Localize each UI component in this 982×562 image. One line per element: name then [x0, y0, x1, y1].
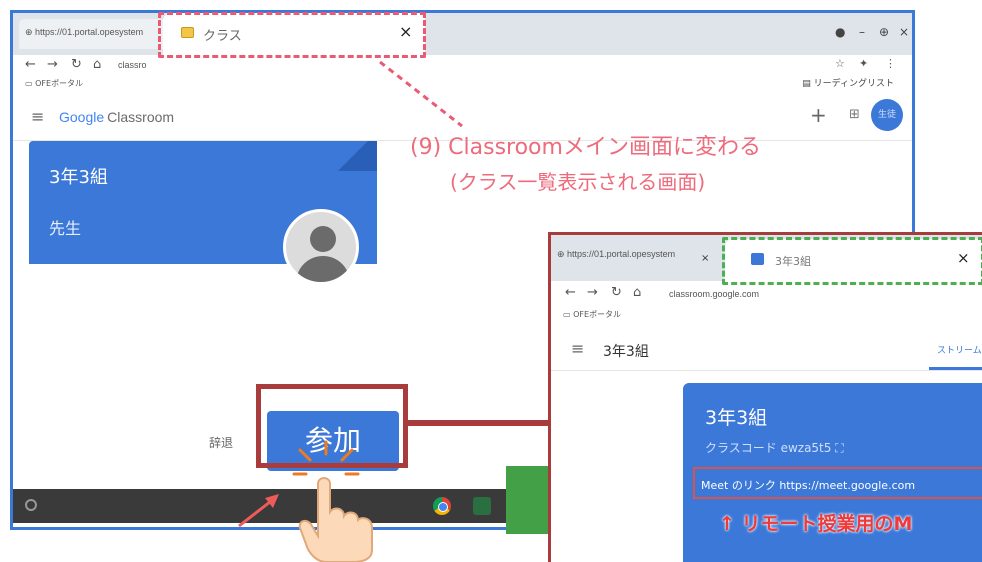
red-pointer-arrow-icon	[238, 494, 279, 528]
tab-portal-2-close[interactable]: ×	[701, 253, 709, 264]
files-app-icon[interactable]	[473, 497, 491, 515]
banner-title: 3年3組	[705, 407, 768, 429]
tab-portal-2[interactable]: ⊕ https://01.portal.opesystem	[557, 249, 715, 271]
meet-link[interactable]: Meet のリンク https://meet.google.com	[693, 467, 982, 499]
tab-highlight-box-2	[722, 237, 982, 285]
tab-bar: ⊕ https://01.portal.opesystem クラス × ● – …	[13, 13, 912, 55]
home-icon[interactable]: ⌂	[633, 285, 641, 300]
avatar-head	[310, 226, 336, 252]
puzzle-icon[interactable]: ✦	[859, 57, 868, 70]
star-icon[interactable]: ☆	[835, 57, 845, 70]
tab-portal-2-label: https://01.portal.opesystem	[567, 249, 676, 259]
tab-portal-label: https://01.portal.opesystem	[35, 27, 144, 37]
classroom-wordmark: Classroom	[107, 109, 175, 125]
class-header: ≡ 3年3組 ストリーム	[551, 327, 982, 371]
card-corner-decoration	[329, 141, 377, 171]
google-classroom-logo: Google Classroom	[59, 109, 174, 125]
record-icon: ●	[835, 25, 846, 39]
caption-line-2: (クラス一覧表示される画面)	[450, 170, 706, 194]
hamburger-menu-icon[interactable]: ≡	[571, 339, 584, 358]
close-window-button[interactable]: ×	[899, 25, 909, 39]
url-field-2[interactable]: classroom.google.com	[669, 289, 759, 299]
folder-icon: ▭	[25, 79, 36, 88]
more-menu-icon[interactable]: ⋮	[885, 57, 896, 70]
minimize-button[interactable]: –	[859, 25, 865, 39]
globe-icon: ⊕	[25, 27, 36, 37]
bookmark-label: OFEポータル	[35, 79, 84, 88]
bookmark-ofe-portal[interactable]: ▭ OFEポータル	[25, 78, 83, 89]
home-icon[interactable]: ⌂	[93, 57, 101, 72]
apps-grid-icon[interactable]: ⊞	[849, 107, 860, 122]
reading-list[interactable]: ▤ リーディングリスト	[802, 76, 894, 89]
decline-button[interactable]: 辞退	[209, 434, 233, 451]
connector-line	[408, 420, 558, 426]
class-card-teacher: 先生	[49, 219, 82, 238]
teacher-avatar-icon	[283, 209, 359, 285]
class-header-title: 3年3組	[603, 344, 649, 360]
tab-highlight-box	[158, 12, 426, 58]
add-class-button[interactable]: +	[810, 103, 827, 127]
reading-list-label: リーディングリスト	[813, 79, 894, 89]
bookmark-label-2: OFEポータル	[573, 310, 622, 319]
class-banner: 3年3組 クラスコード ewza5t5 ⛶ Meet のリンク https://…	[683, 383, 982, 562]
url-field[interactable]: classro	[118, 60, 147, 70]
tab-stream[interactable]: ストリーム	[937, 343, 982, 356]
reading-list-icon: ▤	[802, 79, 814, 89]
avatar-body	[296, 256, 350, 282]
extension-icon[interactable]: ⊕	[879, 25, 889, 39]
class-card-title[interactable]: 3年3組	[49, 163, 108, 189]
caption-line-1: (9) Classroomメイン画面に変わる	[410, 135, 761, 160]
folder-icon: ▭	[563, 310, 574, 319]
back-arrow-icon[interactable]: ←	[25, 57, 36, 72]
globe-icon: ⊕	[557, 249, 568, 259]
forward-arrow-icon[interactable]: →	[587, 285, 598, 300]
back-arrow-icon[interactable]: ←	[565, 285, 576, 300]
account-avatar[interactable]: 生徒	[871, 99, 903, 131]
reload-icon[interactable]: ↻	[71, 57, 82, 72]
google-wordmark: Google	[59, 109, 105, 125]
chrome-icon[interactable]	[433, 497, 451, 515]
hamburger-menu-icon[interactable]: ≡	[31, 107, 44, 126]
forward-arrow-icon[interactable]: →	[47, 57, 58, 72]
class-code[interactable]: クラスコード ewza5t5 ⛶	[705, 439, 844, 456]
reload-icon[interactable]: ↻	[611, 285, 622, 300]
bookmark-ofe-portal-2[interactable]: ▭ OFEポータル	[563, 309, 621, 320]
dashed-pointer-line	[379, 60, 463, 128]
remote-class-note: ↑ リモート授業用のM	[719, 513, 913, 535]
active-tab-indicator	[929, 367, 982, 370]
launcher-icon[interactable]	[25, 499, 37, 511]
tapping-hand-icon	[292, 440, 373, 562]
tab-portal[interactable]: ⊕ https://01.portal.opesystem	[19, 19, 169, 49]
